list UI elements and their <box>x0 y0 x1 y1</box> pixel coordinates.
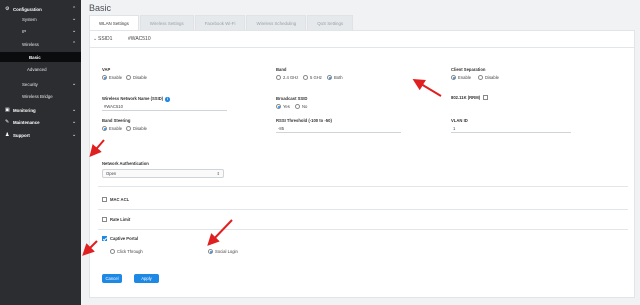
chevron-up-icon: ⌃ <box>72 40 77 47</box>
vlan-id-input[interactable]: 1 <box>451 124 571 133</box>
ssid-label: SSID1 <box>98 36 113 42</box>
wrench-icon: ✎ <box>5 119 10 125</box>
sidebar-item-wireless[interactable]: Wireless ⌃ <box>0 39 81 49</box>
click-through-radio[interactable]: Click Through <box>110 249 143 254</box>
monitor-icon: ▣ <box>5 107 10 113</box>
chevron-up-icon: ⌃ <box>72 5 77 12</box>
chevron-down-icon: ⌄ <box>72 80 77 87</box>
chevron-down-icon: ⌄ <box>72 106 77 113</box>
client-separation-disable-radio[interactable]: Disable <box>478 75 499 80</box>
sidebar-item-basic[interactable]: Basic <box>0 52 81 62</box>
divider <box>98 229 628 230</box>
captive-portal-checkbox[interactable]: Captive Portal <box>102 236 138 241</box>
vlan-id-label: VLAN ID <box>451 118 468 123</box>
chevron-down-icon: ⌄ <box>72 131 77 138</box>
tab-qos-settings[interactable]: QoS Settings <box>307 15 354 30</box>
vap-enable-radio[interactable]: Enable <box>102 75 122 80</box>
band-steering-label: Band Steering <box>102 118 131 123</box>
rssi-threshold-label: RSSI Threshold (-100 to -50) <box>276 118 332 123</box>
rssi-threshold-input[interactable]: -85 <box>276 124 401 133</box>
chevron-down-icon: ⌄ <box>72 118 77 125</box>
social-login-radio[interactable]: Social Login <box>208 249 238 254</box>
broadcast-ssid-no-radio[interactable]: No <box>295 104 307 109</box>
tab-bar: WLAN Settings Wireless Settings Facebook… <box>89 15 354 30</box>
tab-facebook-wifi[interactable]: Facebook Wi-Fi <box>194 15 246 30</box>
mac-acl-checkbox[interactable]: MAC ACL <box>102 197 129 202</box>
chevron-down-icon: ⌄ <box>72 27 77 34</box>
sidebar-item-advanced[interactable]: Advanced <box>0 64 81 74</box>
sidebar-item-security[interactable]: Security ⌄ <box>0 79 81 89</box>
band-5ghz-radio[interactable]: 5 GHz <box>303 75 322 80</box>
ssid-name-label: Wireless Network Name (SSID) i <box>102 96 170 102</box>
ssid-header[interactable]: ⌄ SSID1 #WAC510 <box>90 31 634 48</box>
cancel-button[interactable]: Cancel <box>102 274 122 283</box>
select-arrow-icon: ⇕ <box>216 171 220 176</box>
sidebar-item-maintenance[interactable]: ✎ Maintenance ⌄ <box>0 117 81 127</box>
sidebar-item-ip[interactable]: IP ⌄ <box>0 26 81 36</box>
chevron-down-icon: ⌄ <box>93 36 98 42</box>
tab-wireless-scheduling[interactable]: Wireless Scheduling <box>246 15 307 30</box>
network-auth-label: Network Authentication <box>102 161 149 166</box>
tab-wireless-settings[interactable]: Wireless Settings <box>139 15 194 30</box>
sidebar-item-configuration[interactable]: ⚙ Configuration ⌃ <box>0 4 81 14</box>
client-separation-enable-radio[interactable]: Enable <box>451 75 471 80</box>
info-icon: i <box>165 97 170 102</box>
rate-limit-checkbox[interactable]: Rate Limit <box>102 217 130 222</box>
chevron-down-icon: ⌄ <box>72 15 77 22</box>
divider <box>98 209 628 210</box>
apply-button[interactable]: Apply <box>134 274 159 283</box>
network-auth-select[interactable]: Open ⇕ <box>102 169 224 178</box>
ssid-name: #WAC510 <box>128 36 151 42</box>
divider <box>98 186 628 187</box>
ssid-name-input[interactable]: #WAC510 <box>102 102 227 111</box>
sidebar-item-system[interactable]: System ⌄ <box>0 14 81 24</box>
wlan-settings-panel: ⌄ SSID1 #WAC510 VAP Enable Disable Band … <box>89 30 635 298</box>
gear-icon: ⚙ <box>5 6 10 12</box>
tab-wlan-settings[interactable]: WLAN Settings <box>89 15 139 30</box>
broadcast-ssid-yes-radio[interactable]: Yes <box>276 104 290 109</box>
sidebar-item-support[interactable]: ♟ Support ⌄ <box>0 130 81 140</box>
sidebar: ⚙ Configuration ⌃ System ⌄ IP ⌄ Wireless… <box>0 0 81 305</box>
band-steering-enable-radio[interactable]: Enable <box>102 126 122 131</box>
sidebar-item-wireless-bridge[interactable]: Wireless Bridge <box>0 91 81 101</box>
sidebar-item-monitoring[interactable]: ▣ Monitoring ⌄ <box>0 105 81 115</box>
broadcast-ssid-label: Broadcast SSID <box>276 96 308 101</box>
page-title: Basic <box>89 3 112 13</box>
vap-disable-radio[interactable]: Disable <box>126 75 147 80</box>
people-icon: ♟ <box>5 132 10 138</box>
dot11k-checkbox[interactable]: 802.11K (RRM) <box>451 95 491 100</box>
vap-label: VAP <box>102 67 111 72</box>
band-both-radio[interactable]: Both <box>327 75 343 80</box>
band-steering-disable-radio[interactable]: Disable <box>126 126 147 131</box>
band-24ghz-radio[interactable]: 2.4 GHz <box>276 75 298 80</box>
band-label: Band <box>276 67 287 72</box>
client-separation-label: Client Separation <box>451 67 486 72</box>
